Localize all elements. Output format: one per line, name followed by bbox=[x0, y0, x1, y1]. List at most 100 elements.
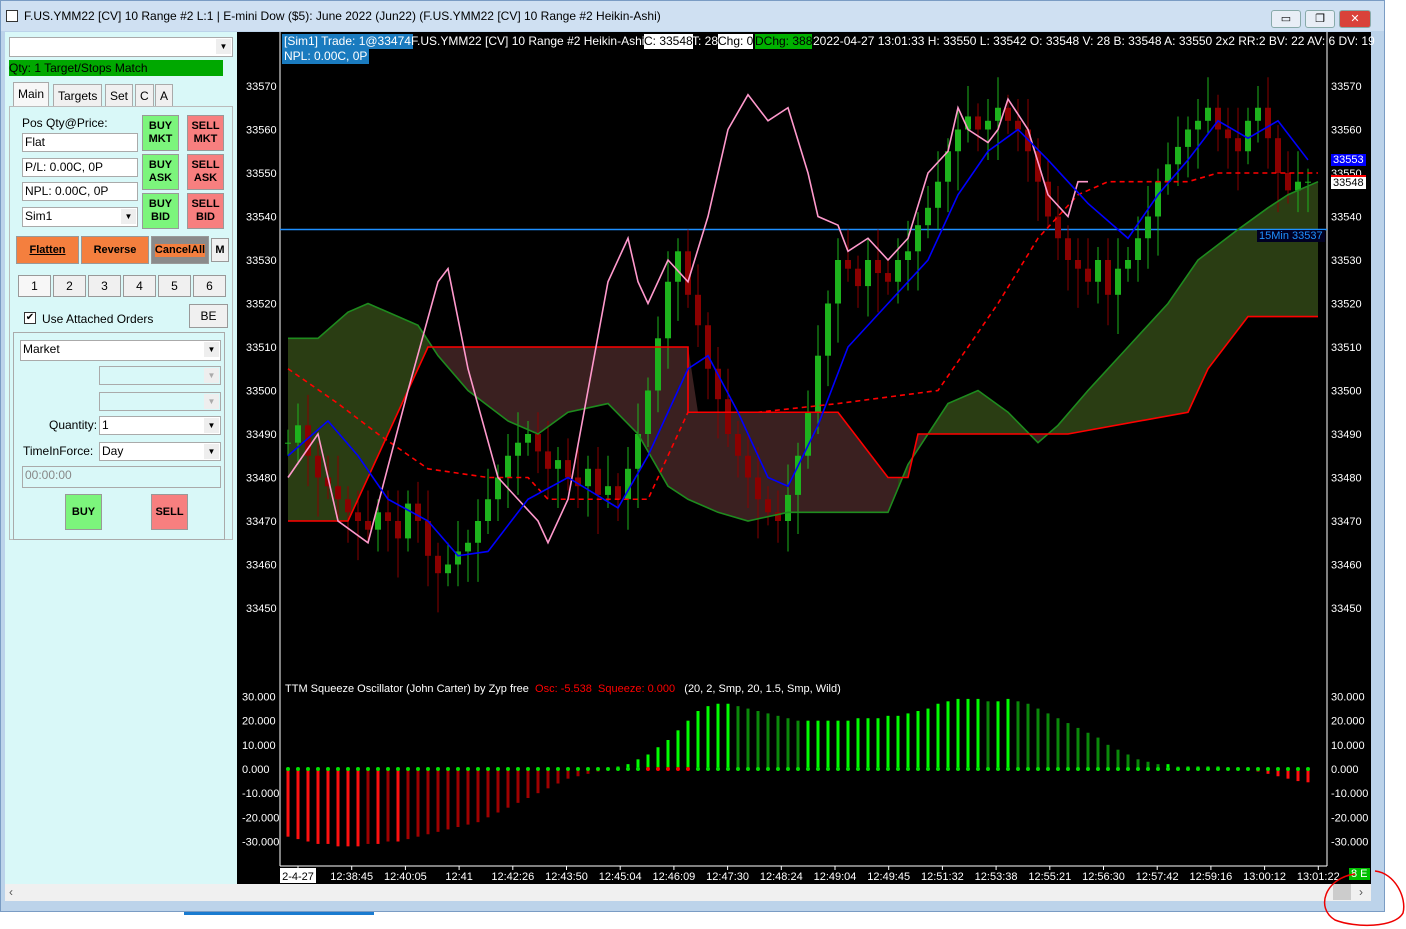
price-axis-label-left: 33570 bbox=[246, 81, 277, 93]
candle-body bbox=[525, 434, 531, 443]
sell-bid-button[interactable]: SELL BID bbox=[187, 193, 224, 229]
horizontal-scrollbar[interactable]: ‹ › bbox=[5, 884, 1371, 901]
account-select[interactable]: Sim1 ▼ bbox=[22, 207, 138, 227]
candle-body bbox=[285, 442, 291, 444]
chart-canvas[interactable]: 3357033570335603356033550335503354033540… bbox=[237, 32, 1371, 884]
cloud-segment bbox=[378, 307, 388, 456]
osc-bar bbox=[1036, 708, 1040, 769]
candle-body bbox=[675, 251, 681, 282]
account-dropdown[interactable]: ▼ bbox=[9, 37, 233, 57]
order-type-select[interactable]: Market ▼ bbox=[20, 340, 221, 361]
tif-select[interactable]: Day ▼ bbox=[99, 442, 221, 461]
osc-bar bbox=[986, 701, 990, 769]
osc-axis-label: 10.000 bbox=[1331, 740, 1365, 752]
candle-body bbox=[1095, 260, 1101, 282]
m-button[interactable]: M bbox=[211, 238, 229, 262]
ohlc-info: 2022-04-27 13:01:33 H: 33550 L: 33542 O:… bbox=[813, 34, 1375, 48]
candle-body bbox=[1115, 268, 1121, 295]
buy-ask-button[interactable]: BUY ASK bbox=[142, 154, 179, 190]
squeeze-dot bbox=[576, 767, 580, 771]
tab-set[interactable]: Set bbox=[105, 84, 134, 106]
osc-bar bbox=[356, 769, 360, 847]
osc-bar bbox=[796, 720, 800, 769]
squeeze-dot bbox=[526, 767, 530, 771]
buy-bid-button[interactable]: BUY BID bbox=[142, 193, 179, 229]
be-button[interactable]: BE bbox=[189, 304, 228, 328]
cloud-segment bbox=[1088, 379, 1098, 431]
price-axis-label-left: 33520 bbox=[246, 299, 277, 311]
squeeze-dot bbox=[1086, 767, 1090, 771]
use-attached-checkbox[interactable]: ✔ bbox=[24, 312, 36, 324]
qty-button-1[interactable]: 1 bbox=[18, 275, 51, 297]
time-field[interactable]: 00:00:00 bbox=[22, 466, 221, 488]
qty-button-3[interactable]: 3 bbox=[88, 275, 121, 297]
osc-bar bbox=[876, 718, 880, 769]
buy-mkt-button[interactable]: BUY MKT bbox=[142, 115, 179, 151]
close-button[interactable]: ✕ bbox=[1339, 10, 1371, 28]
time-axis-label: 12:40:05 bbox=[384, 871, 427, 883]
npl-field: NPL: 0.00C, 0P bbox=[22, 182, 138, 201]
use-attached-label: Use Attached Orders bbox=[42, 312, 154, 326]
osc-bar bbox=[926, 708, 930, 769]
candle-body bbox=[475, 521, 481, 543]
osc-bar bbox=[686, 720, 690, 769]
squeeze-dot bbox=[666, 767, 670, 771]
squeeze-dot bbox=[586, 767, 590, 771]
time-axis-label: 2-4-27 bbox=[282, 871, 314, 883]
cancel-all-button[interactable]: CancelAll bbox=[151, 236, 209, 264]
chevron-down-icon: ▼ bbox=[204, 444, 219, 459]
order-entry-panel: ▼ Qty: 1 Target/Stops Match Main Targets… bbox=[5, 32, 237, 884]
reverse-button[interactable]: Reverse bbox=[81, 236, 149, 264]
maximize-button[interactable]: ❐ bbox=[1305, 10, 1335, 28]
osc-axis-label: 0.000 bbox=[1331, 764, 1359, 776]
candle-body bbox=[925, 207, 931, 226]
sell-button[interactable]: SELL bbox=[151, 494, 188, 530]
minimize-button[interactable]: ▭ bbox=[1271, 10, 1301, 28]
candle-body bbox=[535, 434, 541, 452]
osc-axis-label-left: -30.000 bbox=[242, 837, 279, 849]
tab-c[interactable]: C bbox=[135, 84, 154, 106]
tab-targets[interactable]: Targets bbox=[53, 84, 103, 106]
osc-axis-label-left: 10.000 bbox=[242, 740, 276, 752]
osc-bar bbox=[906, 713, 910, 769]
price-select-1[interactable]: ▼ bbox=[99, 366, 221, 385]
osc-bar bbox=[1096, 737, 1100, 769]
squeeze-dot bbox=[1076, 767, 1080, 771]
time-axis-label: 12:45:04 bbox=[599, 871, 642, 883]
quantity-select[interactable]: 1 ▼ bbox=[99, 416, 221, 435]
osc-bar bbox=[456, 769, 460, 828]
tab-main[interactable]: Main bbox=[13, 82, 50, 106]
qty-button-5[interactable]: 5 bbox=[158, 275, 191, 297]
chart-area[interactable]: 33570 33570 33560 33560 33550 33550 33540 33540… bbox=[237, 32, 1375, 884]
squeeze-dot bbox=[1176, 767, 1180, 771]
sell-ask-button[interactable]: SELL ASK bbox=[187, 154, 224, 190]
cloud-segment bbox=[968, 390, 978, 434]
qty-button-6[interactable]: 6 bbox=[193, 275, 226, 297]
squeeze-value: Squeeze: 0.000 bbox=[598, 683, 676, 695]
qty-button-2[interactable]: 2 bbox=[53, 275, 86, 297]
squeeze-dot bbox=[826, 767, 830, 771]
candle-body bbox=[1175, 146, 1181, 165]
candle-body bbox=[395, 521, 401, 539]
sell-mkt-button[interactable]: SELL MKT bbox=[187, 115, 224, 151]
osc-bar bbox=[476, 769, 480, 823]
candle-body bbox=[995, 107, 1001, 121]
squeeze-dot bbox=[616, 767, 620, 771]
osc-bar bbox=[336, 769, 340, 847]
tab-a[interactable]: A bbox=[155, 84, 174, 106]
squeeze-dot bbox=[486, 767, 490, 771]
candle-body bbox=[895, 260, 901, 282]
cloud-segment bbox=[948, 399, 958, 434]
price-select-2[interactable]: ▼ bbox=[99, 392, 221, 411]
scroll-left-icon[interactable]: ‹ bbox=[9, 885, 13, 899]
squeeze-dot bbox=[926, 767, 930, 771]
price-axis-label-left: 33550 bbox=[246, 168, 277, 180]
osc-bar bbox=[366, 769, 370, 844]
osc-bar bbox=[756, 710, 760, 769]
osc-bar bbox=[436, 769, 440, 832]
qty-button-4[interactable]: 4 bbox=[123, 275, 156, 297]
buy-button[interactable]: BUY bbox=[65, 494, 102, 530]
flatten-button[interactable]: Flatten bbox=[16, 236, 79, 264]
cloud-segment bbox=[938, 403, 948, 434]
candle-body bbox=[665, 281, 671, 339]
